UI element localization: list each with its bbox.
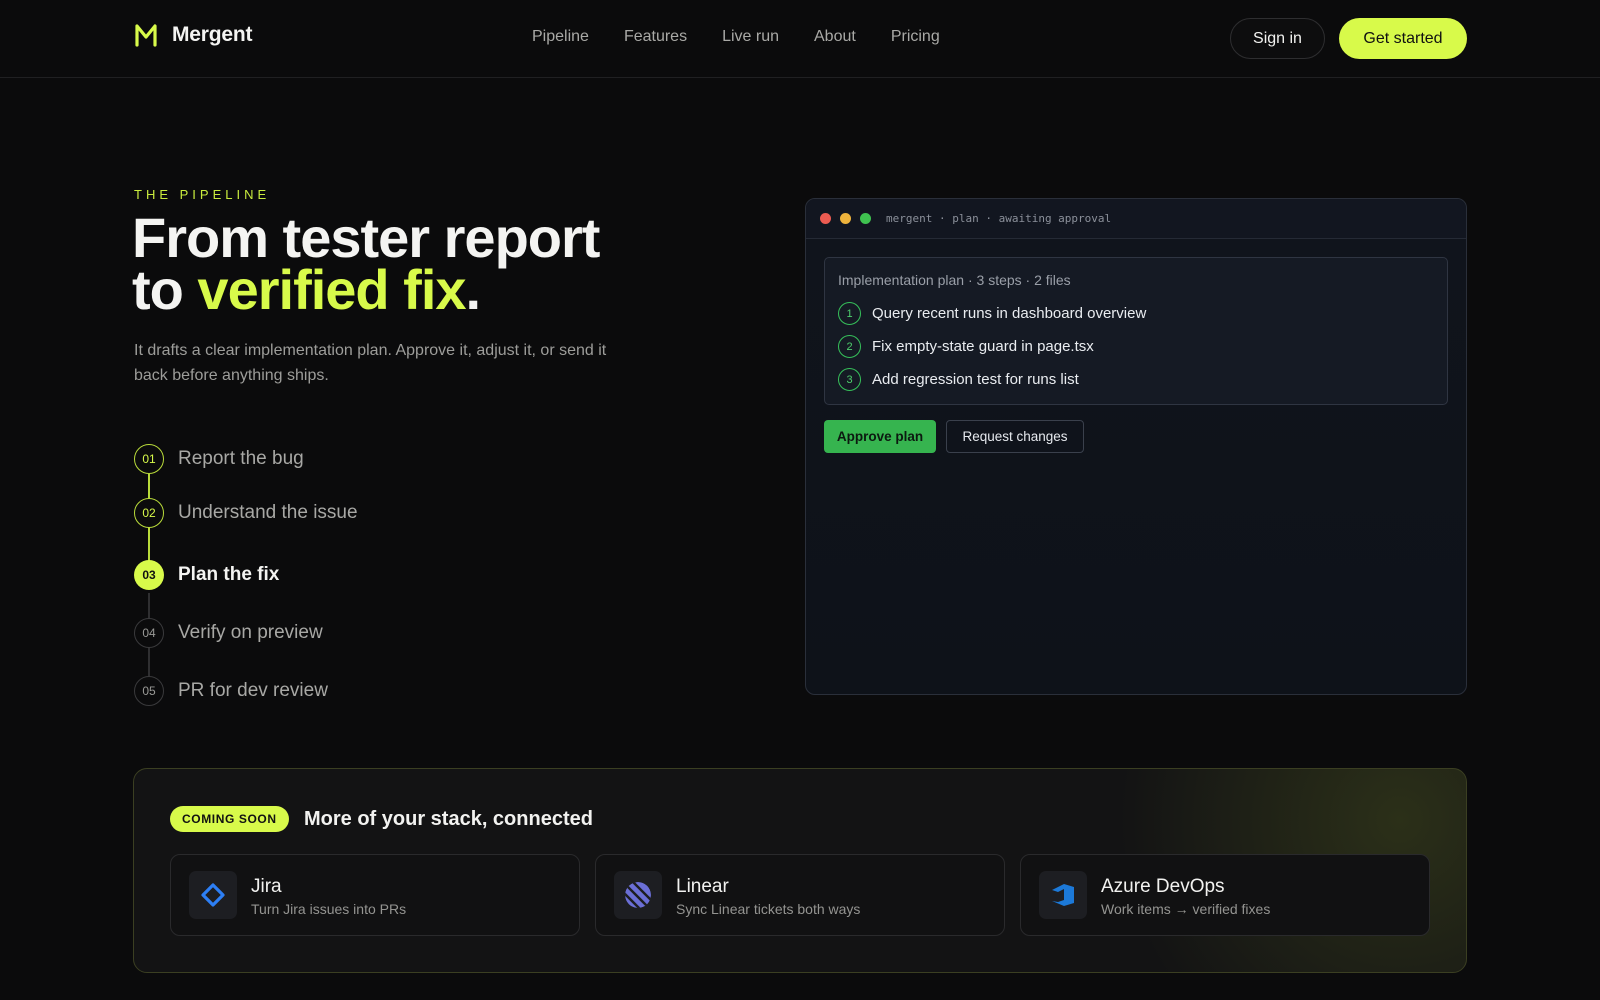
jira-icon [189, 871, 237, 919]
request-changes-button[interactable]: Request changes [946, 420, 1084, 453]
brand-name: Mergent [172, 23, 253, 46]
step-label: Understand the issue [178, 502, 358, 523]
headline-line-2-suffix: . [465, 258, 482, 321]
step-item-report-bug[interactable]: 01 Report the bug [134, 444, 304, 474]
azure-devops-icon [1039, 871, 1087, 919]
step-number: 02 [134, 498, 164, 528]
nav-link-about[interactable]: About [814, 28, 856, 46]
plan-step: 3 Add regression test for runs list [838, 368, 1079, 391]
step-item-plan-fix[interactable]: 03 Plan the fix [134, 560, 279, 590]
coming-soon-badge: COMING SOON [170, 806, 289, 832]
step-item-understand-issue[interactable]: 02 Understand the issue [134, 498, 358, 528]
window-title-bar: mergent · plan · awaiting approval [806, 199, 1466, 239]
linear-icon [614, 871, 662, 919]
integrations-title: More of your stack, connected [304, 808, 593, 830]
headline-accent: verified fix [197, 258, 466, 321]
plan-step-text: Fix empty-state guard in page.tsx [872, 338, 1094, 355]
plan-step: 1 Query recent runs in dashboard overvie… [838, 302, 1146, 325]
sign-in-button[interactable]: Sign in [1230, 18, 1325, 59]
plan-step: 2 Fix empty-state guard in page.tsx [838, 335, 1094, 358]
step-label: Verify on preview [178, 622, 323, 643]
top-nav: Mergent Pipeline Features Live run About… [0, 0, 1600, 78]
step-number: 01 [134, 444, 164, 474]
step-number: 03 [134, 560, 164, 590]
brand[interactable]: Mergent [134, 22, 252, 48]
plan-header: Implementation plan · 3 steps · 2 files [838, 272, 1071, 288]
integration-name: Jira [251, 876, 282, 897]
nav-link-pricing[interactable]: Pricing [891, 28, 940, 46]
section-eyebrow: THE PIPELINE [134, 187, 271, 202]
integration-name: Azure DevOps [1101, 876, 1225, 897]
window-minimize-dot-icon[interactable] [840, 213, 851, 224]
nav-link-pipeline[interactable]: Pipeline [532, 28, 589, 46]
integration-card-linear[interactable]: Linear Sync Linear tickets both ways [595, 854, 1005, 936]
integrations-section: COMING SOON More of your stack, connecte… [133, 768, 1467, 973]
nav-link-live-run[interactable]: Live run [722, 28, 779, 46]
mergent-logo-icon [135, 24, 157, 47]
page-title: From tester report to verified fix. [132, 210, 692, 318]
get-started-button[interactable]: Get started [1339, 18, 1467, 59]
window-close-dot-icon[interactable] [820, 213, 831, 224]
step-item-verify-preview[interactable]: 04 Verify on preview [134, 618, 323, 648]
integration-name: Linear [676, 876, 729, 897]
plan-step-number: 1 [838, 302, 861, 325]
approve-plan-button[interactable]: Approve plan [824, 420, 936, 453]
integration-card-jira[interactable]: Jira Turn Jira issues into PRs [170, 854, 580, 936]
integration-description: Turn Jira issues into PRs [251, 901, 407, 917]
headline-line-2-prefix: to [132, 258, 198, 321]
plan-terminal-window: mergent · plan · awaiting approval Imple… [805, 198, 1467, 695]
nav-links: Pipeline Features Live run About Pricing [532, 28, 940, 46]
plan-step-text: Add regression test for runs list [872, 371, 1079, 388]
window-maximize-dot-icon[interactable] [860, 213, 871, 224]
nav-link-features[interactable]: Features [624, 28, 687, 46]
step-number: 04 [134, 618, 164, 648]
step-label: Report the bug [178, 448, 304, 469]
plan-step-text: Query recent runs in dashboard overview [872, 305, 1147, 322]
plan-step-number: 3 [838, 368, 861, 391]
integration-description: Sync Linear tickets both ways [676, 901, 861, 917]
step-label: PR for dev review [178, 680, 328, 701]
step-label: Plan the fix [178, 564, 280, 585]
step-item-pr-review[interactable]: 05 PR for dev review [134, 676, 328, 706]
plan-step-number: 2 [838, 335, 861, 358]
integration-description: Work items → verified fixes [1101, 901, 1271, 917]
implementation-plan-card: Implementation plan · 3 steps · 2 files … [824, 257, 1448, 405]
step-number: 05 [134, 676, 164, 706]
pipeline-steps: 01 Report the bug 02 Understand the issu… [134, 444, 554, 714]
window-title: mergent · plan · awaiting approval [886, 212, 1112, 225]
integration-card-azure-devops[interactable]: Azure DevOps Work items → verified fixes [1020, 854, 1430, 936]
hero-description: It drafts a clear implementation plan. A… [134, 342, 607, 384]
